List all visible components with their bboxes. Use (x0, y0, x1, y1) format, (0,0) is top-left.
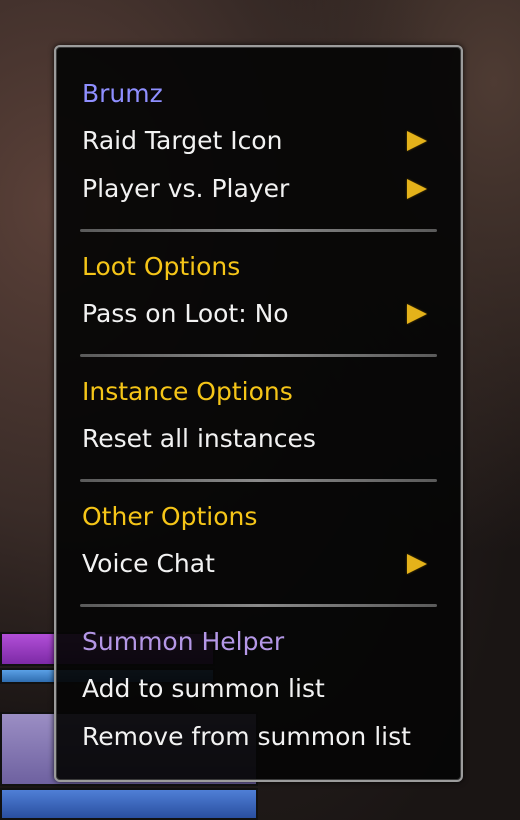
raid-frame-bar-blue-bottom (0, 788, 258, 820)
menu-item-label: Voice Chat (82, 549, 215, 578)
menu-title-unit-name: Brumz (82, 79, 163, 108)
section-header-instance-options: Instance Options (82, 377, 293, 406)
menu-item-add-to-summon-list[interactable]: Add to summon list (82, 669, 437, 709)
menu-divider (80, 354, 437, 357)
submenu-arrow-icon (407, 131, 427, 151)
menu-item-player-vs-player[interactable]: Player vs. Player (82, 169, 437, 209)
menu-divider (80, 229, 437, 232)
section-header-loot-options: Loot Options (82, 252, 241, 281)
submenu-arrow-icon (407, 179, 427, 199)
menu-item-label: Add to summon list (82, 674, 325, 703)
menu-item-label: Remove from summon list (82, 722, 411, 751)
menu-item-pass-on-loot[interactable]: Pass on Loot: No (82, 294, 437, 334)
menu-item-label: Reset all instances (82, 424, 316, 453)
menu-item-label: Raid Target Icon (82, 126, 283, 155)
menu-item-remove-from-summon-list[interactable]: Remove from summon list (82, 717, 437, 757)
menu-item-voice-chat[interactable]: Voice Chat (82, 544, 437, 584)
menu-item-label: Player vs. Player (82, 174, 290, 203)
menu-divider (80, 604, 437, 607)
menu-item-label: Pass on Loot: No (82, 299, 289, 328)
unit-context-menu: Brumz Raid Target Icon Player vs. Player… (54, 45, 463, 782)
menu-item-reset-all-instances[interactable]: Reset all instances (82, 419, 437, 459)
section-header-other-options: Other Options (82, 502, 258, 531)
section-header-summon-helper: Summon Helper (82, 627, 285, 656)
menu-divider (80, 479, 437, 482)
submenu-arrow-icon (407, 304, 427, 324)
menu-item-raid-target-icon[interactable]: Raid Target Icon (82, 121, 437, 161)
submenu-arrow-icon (407, 554, 427, 574)
